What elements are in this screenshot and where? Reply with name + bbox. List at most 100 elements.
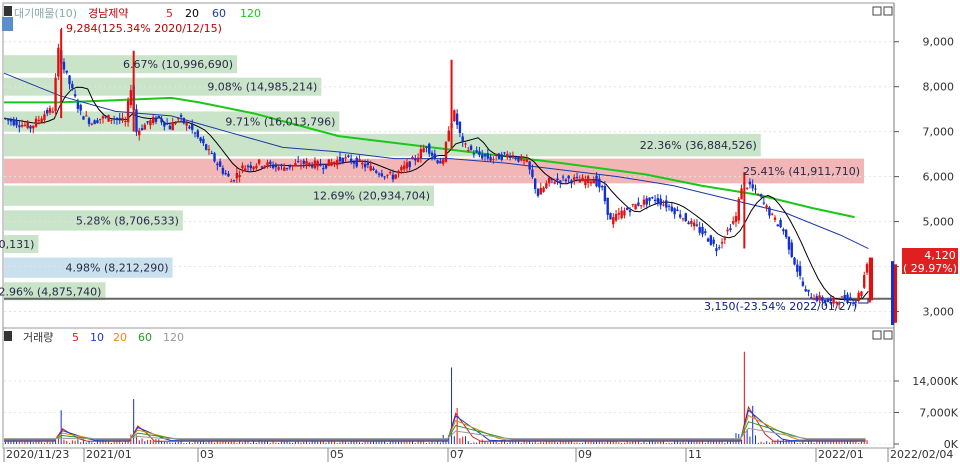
candle-body bbox=[751, 184, 754, 189]
candle-body bbox=[478, 151, 481, 155]
candle-body bbox=[235, 172, 239, 179]
candle-body bbox=[377, 173, 381, 175]
candle-body bbox=[18, 125, 21, 128]
price-tick-label: 9,000 bbox=[923, 36, 955, 49]
vol-ma-5: 5 bbox=[72, 331, 79, 344]
candle-body bbox=[545, 183, 548, 189]
candle-body bbox=[244, 168, 247, 172]
candle-body bbox=[341, 157, 344, 163]
candle-body bbox=[506, 153, 509, 158]
candle-body bbox=[810, 297, 813, 299]
candle-body bbox=[402, 165, 406, 170]
candle-body bbox=[149, 120, 152, 126]
x-tick-label: 09 bbox=[578, 448, 592, 461]
price-tick-label: 6,000 bbox=[923, 171, 955, 184]
candle-body bbox=[327, 159, 331, 167]
x-tick-label: 2021/01 bbox=[86, 448, 132, 461]
candle-body bbox=[536, 188, 540, 196]
volume-tick-label: 14,000K bbox=[912, 375, 958, 388]
candle-body bbox=[539, 187, 542, 195]
candle-body bbox=[40, 118, 43, 123]
option-icon[interactable] bbox=[2, 17, 13, 31]
candle-body bbox=[230, 181, 233, 183]
candle-body bbox=[849, 297, 852, 300]
candle-body bbox=[692, 222, 696, 227]
candle-body bbox=[620, 210, 623, 219]
price-tick-label: 8,000 bbox=[923, 81, 955, 94]
volume-profile-label: 4.98% (8,212,290) bbox=[66, 262, 169, 275]
candle-body bbox=[748, 181, 752, 185]
candle-body bbox=[807, 289, 810, 292]
volume-profile-band bbox=[4, 158, 864, 184]
candle-body bbox=[439, 160, 442, 164]
candle-body bbox=[464, 143, 467, 145]
candle-body bbox=[305, 161, 308, 166]
candle-body bbox=[355, 157, 358, 167]
candle-body bbox=[453, 110, 456, 121]
candle-body bbox=[553, 182, 556, 184]
candle-body bbox=[729, 228, 732, 230]
price-tick-label: 3,000 bbox=[923, 306, 955, 319]
candle-body bbox=[115, 117, 119, 120]
candle-body bbox=[57, 47, 60, 77]
candle-body bbox=[578, 180, 582, 183]
candle-body bbox=[375, 170, 378, 173]
candle-body bbox=[12, 119, 15, 126]
candle-body bbox=[631, 204, 634, 206]
candle-body bbox=[531, 169, 534, 178]
candle-body bbox=[9, 119, 13, 122]
menu-icon[interactable] bbox=[4, 331, 12, 341]
candle-body bbox=[653, 199, 657, 202]
candle-body bbox=[720, 242, 724, 244]
candle-body bbox=[570, 180, 573, 184]
ma-label-60: 60 bbox=[212, 7, 226, 20]
candle-body bbox=[68, 75, 71, 85]
candle-body bbox=[481, 154, 484, 159]
x-tick-label: 07 bbox=[450, 448, 464, 461]
candle-body bbox=[389, 172, 392, 174]
candle-body bbox=[82, 116, 85, 120]
candle-body bbox=[547, 177, 551, 184]
candle-body bbox=[227, 173, 230, 177]
candle-body bbox=[637, 202, 640, 206]
candle-body bbox=[662, 204, 665, 206]
candle-body bbox=[394, 174, 397, 179]
candle-body bbox=[704, 231, 707, 233]
candle-body bbox=[90, 123, 94, 125]
candle-body bbox=[182, 117, 186, 124]
candle-body bbox=[425, 146, 428, 148]
candle-body bbox=[865, 264, 869, 273]
candle-body bbox=[221, 167, 225, 174]
vol-ma-20: 20 bbox=[113, 331, 127, 344]
candle-body bbox=[204, 144, 208, 150]
candle-body bbox=[408, 161, 411, 168]
candle-body bbox=[313, 160, 317, 169]
candle-body bbox=[177, 118, 180, 120]
candle-body bbox=[76, 102, 80, 109]
candle-body bbox=[299, 164, 303, 166]
candle-body bbox=[302, 160, 305, 164]
candle-body bbox=[860, 291, 863, 297]
candle-body bbox=[718, 247, 721, 249]
candle-body bbox=[207, 149, 211, 151]
candle-body bbox=[291, 164, 294, 167]
volume-profile-label: 22.36% (36,884,526) bbox=[640, 139, 757, 152]
candle-body bbox=[642, 199, 646, 205]
candle-body bbox=[257, 159, 261, 164]
current-bar bbox=[891, 261, 894, 325]
candle-body bbox=[319, 163, 322, 166]
candle-body bbox=[617, 212, 621, 215]
candle-body bbox=[310, 164, 314, 168]
candle-body bbox=[731, 221, 735, 224]
candle-body bbox=[308, 162, 311, 165]
candle-body bbox=[762, 202, 766, 204]
candle-body bbox=[687, 222, 690, 225]
candle-body bbox=[486, 153, 489, 159]
candle-body bbox=[118, 117, 121, 121]
candle-body bbox=[768, 207, 771, 216]
candle-body bbox=[213, 153, 216, 162]
menu-icon[interactable] bbox=[4, 6, 12, 16]
candle-body bbox=[333, 161, 336, 165]
low-annotation: 3,150(-23.54% 2022/01/27) bbox=[704, 300, 857, 313]
candle-body bbox=[6, 119, 10, 121]
